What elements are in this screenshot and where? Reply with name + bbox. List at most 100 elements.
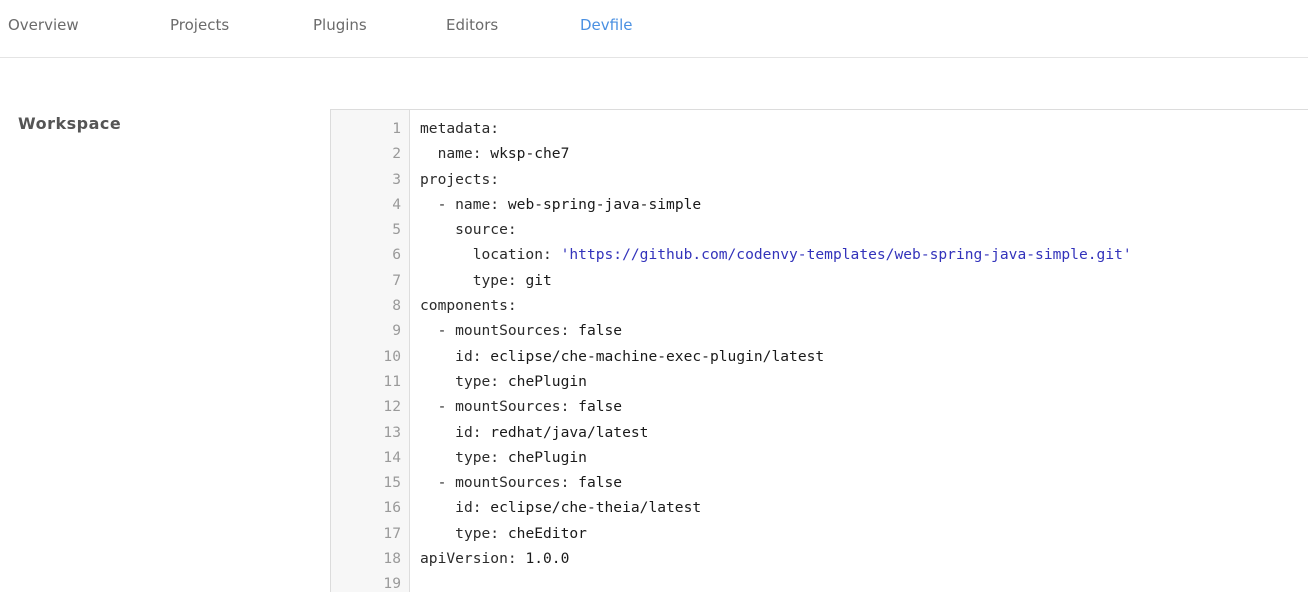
code-line[interactable]: 13 id: redhat/java/latest <box>331 420 1308 445</box>
code-key: - name: <box>437 195 500 213</box>
code-text: name: wksp-che7 <box>420 141 570 166</box>
code-key: - mountSources: <box>437 398 570 416</box>
line-number: 13 <box>383 423 401 441</box>
tab-editors[interactable]: Editors <box>446 16 498 34</box>
code-value: web-spring-java-simple <box>499 195 702 213</box>
code-line[interactable]: 2 name: wksp-che7 <box>331 141 1308 166</box>
code-key: name: <box>437 145 482 163</box>
code-key: type: <box>472 271 517 289</box>
code-line[interactable]: 3 projects: <box>331 167 1308 192</box>
code-line[interactable]: 17 type: cheEditor <box>331 521 1308 546</box>
tab-projects[interactable]: Projects <box>170 16 229 34</box>
code-text: - mountSources: false <box>420 470 623 495</box>
code-text: type: cheEditor <box>420 521 587 546</box>
line-number: 10 <box>383 347 401 365</box>
code-text: - mountSources: false <box>420 394 623 419</box>
code-text: metadata: <box>420 116 499 141</box>
code-key: id: <box>455 347 482 365</box>
code-text: apiVersion: 1.0.0 <box>420 546 569 571</box>
line-number: 17 <box>383 524 401 542</box>
code-key: apiVersion: <box>420 550 517 568</box>
code-text: id: eclipse/che-theia/latest <box>420 495 701 520</box>
code-text: - name: web-spring-java-simple <box>420 192 702 217</box>
line-number: 18 <box>383 550 401 568</box>
code-key: id: <box>455 423 482 441</box>
line-number: 9 <box>392 322 401 340</box>
line-number: 3 <box>392 170 401 188</box>
code-text: - mountSources: false <box>420 318 623 343</box>
line-number: 19 <box>383 575 401 592</box>
code-text: type: chePlugin <box>420 445 587 470</box>
code-line[interactable]: 19 <box>331 571 1308 592</box>
line-number: 16 <box>383 499 401 517</box>
editor-lines: 1 metadata: 2 name: wksp-che7 3 projects: 4 -… <box>331 116 1308 592</box>
code-line[interactable]: 12 - mountSources: false <box>331 394 1308 419</box>
code-text: id: redhat/java/latest <box>420 420 648 445</box>
code-value: redhat/java/latest <box>481 423 649 441</box>
code-value: wksp-che7 <box>481 145 570 163</box>
code-text: components: <box>420 293 517 318</box>
code-text: location: 'https://github.com/codenvy-te… <box>420 242 1132 267</box>
code-value: chePlugin <box>499 448 587 466</box>
code-line[interactable]: 7 type: git <box>331 268 1308 293</box>
code-key: source: <box>455 221 517 239</box>
code-value: cheEditor <box>499 524 587 542</box>
line-number: 6 <box>392 246 401 264</box>
code-line[interactable]: 15 - mountSources: false <box>331 470 1308 495</box>
code-key: - mountSources: <box>437 474 570 492</box>
tab-overview[interactable]: Overview <box>8 16 79 34</box>
line-number: 7 <box>392 271 401 289</box>
code-key: type: <box>455 524 500 542</box>
code-value: 1.0.0 <box>516 550 570 568</box>
code-key: components: <box>420 297 517 315</box>
code-line[interactable]: 5 source: <box>331 217 1308 242</box>
code-key: projects: <box>420 170 500 188</box>
code-key: type: <box>455 448 500 466</box>
code-text: source: <box>420 217 517 242</box>
code-value: false <box>569 474 623 492</box>
code-line[interactable]: 1 metadata: <box>331 116 1308 141</box>
code-key: id: <box>455 499 482 517</box>
line-number: 15 <box>383 474 401 492</box>
code-text: type: git <box>420 268 552 293</box>
code-value: eclipse/che-theia/latest <box>481 499 702 517</box>
code-string-value: 'https://github.com/codenvy-templates/we… <box>551 246 1132 264</box>
code-text: projects: <box>420 167 499 192</box>
line-number: 14 <box>383 448 401 466</box>
tab-bar: Overview Projects Plugins Editors Devfil… <box>0 0 1308 58</box>
code-key: metadata: <box>420 120 500 137</box>
code-line[interactable]: 18 apiVersion: 1.0.0 <box>331 546 1308 571</box>
code-line[interactable]: 11 type: chePlugin <box>331 369 1308 394</box>
line-number: 4 <box>392 195 401 213</box>
code-value: eclipse/che-machine-exec-plugin/latest <box>481 347 825 365</box>
code-line[interactable]: 9 - mountSources: false <box>331 318 1308 343</box>
code-line[interactable]: 10 id: eclipse/che-machine-exec-plugin/l… <box>331 344 1308 369</box>
code-line[interactable]: 4 - name: web-spring-java-simple <box>331 192 1308 217</box>
code-key: type: <box>455 372 500 390</box>
tab-plugins[interactable]: Plugins <box>313 16 367 34</box>
tab-devfile[interactable]: Devfile <box>580 16 633 34</box>
devfile-code-editor[interactable]: 1 metadata: 2 name: wksp-che7 3 projects: 4 -… <box>330 109 1308 592</box>
code-line[interactable]: 8 components: <box>331 293 1308 318</box>
line-number: 11 <box>383 372 401 390</box>
code-value: git <box>516 271 552 289</box>
code-text: id: eclipse/che-machine-exec-plugin/late… <box>420 344 824 369</box>
code-line[interactable]: 6 location: 'https://github.com/codenvy-… <box>331 242 1308 267</box>
code-text: type: chePlugin <box>420 369 587 394</box>
code-line[interactable]: 14 type: chePlugin <box>331 445 1308 470</box>
line-number: 1 <box>392 120 401 137</box>
line-number: 5 <box>392 221 401 239</box>
code-line[interactable]: 16 id: eclipse/che-theia/latest <box>331 495 1308 520</box>
line-number: 2 <box>392 145 401 163</box>
